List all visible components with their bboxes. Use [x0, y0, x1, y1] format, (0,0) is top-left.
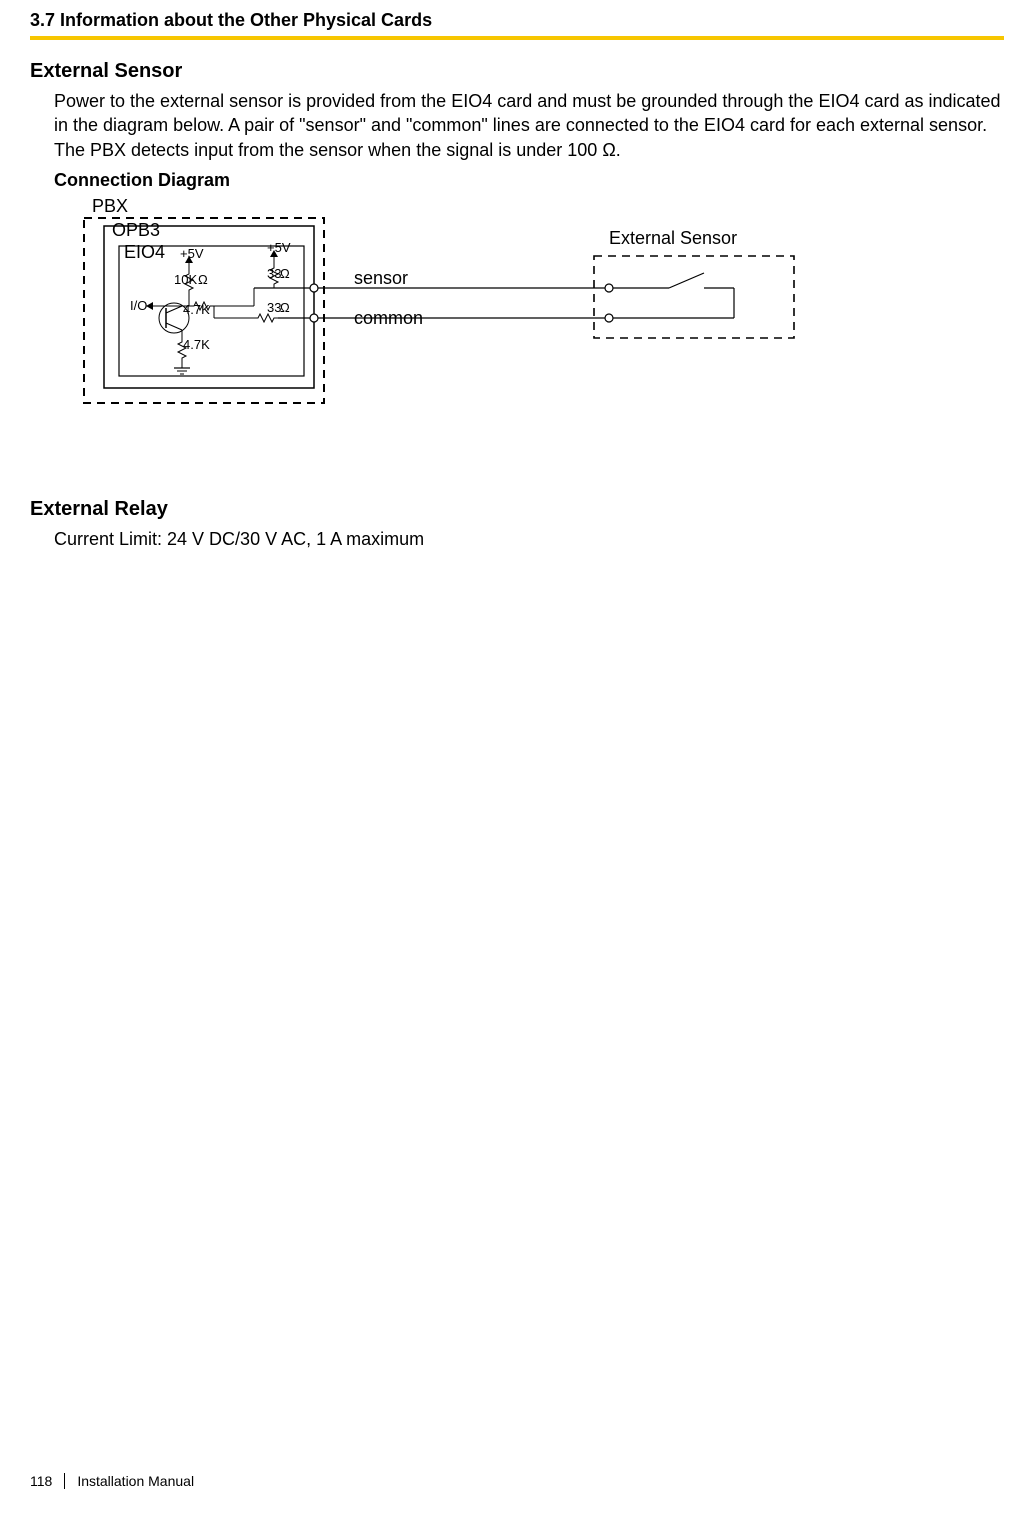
external-relay-title: External Relay: [30, 498, 1004, 521]
connection-diagram-title: Connection Diagram: [54, 168, 1004, 192]
diagram-svg: [54, 198, 854, 438]
external-sensor-paragraph: Power to the external sensor is provided…: [54, 89, 1004, 162]
doc-name: Installation Manual: [77, 1473, 194, 1489]
page-number: 118: [30, 1473, 65, 1489]
header-underline: [30, 36, 1004, 40]
page-footer: 118 Installation Manual: [30, 1473, 194, 1489]
connection-diagram: PBX OPB3 EIO4 +5V +5V 10K Ω 33 Ω I/O 4.7…: [54, 198, 854, 448]
external-relay-text: Current Limit: 24 V DC/30 V AC, 1 A maxi…: [54, 527, 1004, 551]
section-header: 3.7 Information about the Other Physical…: [30, 10, 432, 31]
external-sensor-title: External Sensor: [30, 60, 1004, 83]
